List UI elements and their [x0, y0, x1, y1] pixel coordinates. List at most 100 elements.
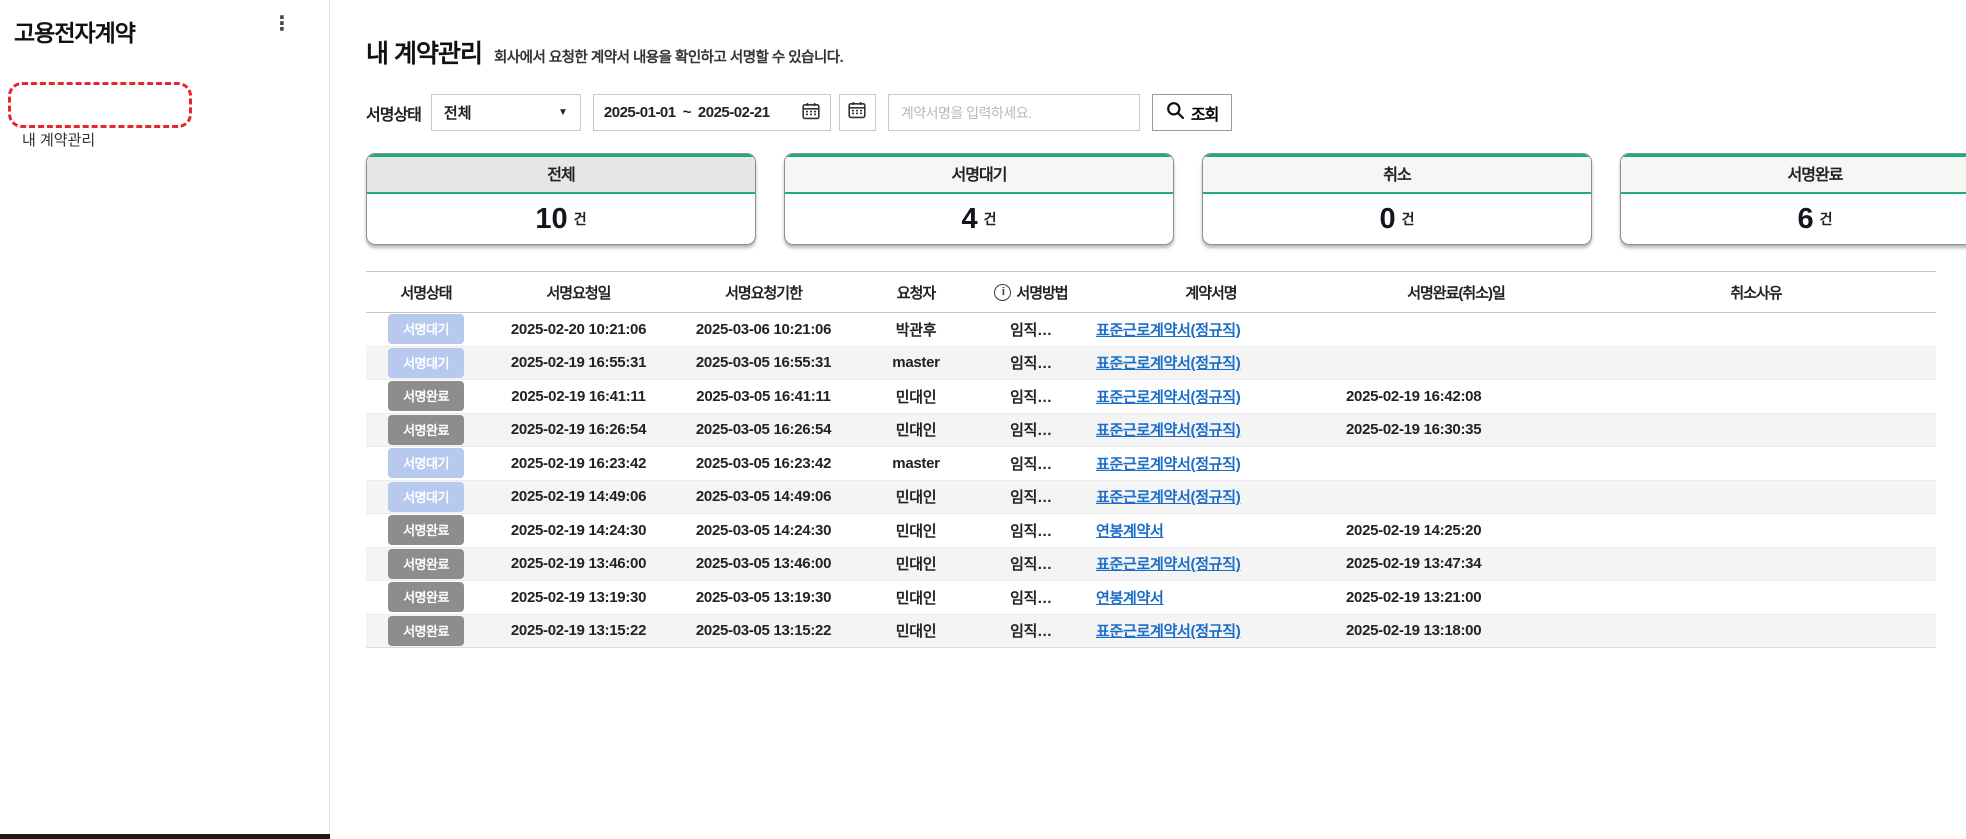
requester-name: 민대인: [856, 520, 976, 541]
contract-link[interactable]: 표준근로계약서(정규직): [1096, 556, 1240, 573]
requested-date: 2025-02-19 16:26:54: [486, 421, 671, 438]
requester-name: master: [856, 455, 976, 472]
status-badge: 서명완료: [388, 381, 464, 411]
card-waiting-value: 4: [961, 203, 977, 236]
table-header-row: 서명상태 서명요청일 서명요청기한 요청자 i 서명방법 계약서명 서명완료(취…: [366, 271, 1936, 313]
card-completed[interactable]: 서명완료 6건: [1620, 153, 1966, 245]
status-badge: 서명완료: [388, 515, 464, 545]
status-badge: 서명대기: [388, 348, 464, 378]
requested-date: 2025-02-20 10:21:06: [486, 321, 671, 338]
contract-link[interactable]: 표준근로계약서(정규직): [1096, 489, 1240, 506]
calendar-icon: [802, 102, 820, 124]
requester-name: master: [856, 354, 976, 371]
date-end: 2025-02-21: [698, 104, 770, 121]
col-header-status: 서명상태: [366, 282, 486, 303]
status-badge: 서명완료: [388, 616, 464, 646]
sign-method: 임직…: [976, 453, 1086, 474]
requester-name: 박관후: [856, 319, 976, 340]
kebab-menu-icon[interactable]: ⋮: [272, 14, 292, 34]
search-icon: [1166, 101, 1185, 125]
contract-link[interactable]: 표준근로계약서(정규직): [1096, 623, 1240, 640]
search-button-label: 조회: [1191, 101, 1218, 125]
status-filter-label: 서명상태: [366, 101, 421, 125]
contract-link[interactable]: 표준근로계약서(정규직): [1096, 422, 1240, 439]
deadline-date: 2025-03-05 16:55:31: [671, 354, 856, 371]
contract-link[interactable]: 표준근로계약서(정규직): [1096, 389, 1240, 406]
deadline-date: 2025-03-05 13:15:22: [671, 622, 856, 639]
card-waiting-label: 서명대기: [785, 154, 1173, 194]
requester-name: 민대인: [856, 620, 976, 641]
sidebar: 고용전자계약 ⋮ 내 계약관리: [0, 0, 330, 839]
sign-method: 임직…: [976, 419, 1086, 440]
requester-name: 민대인: [856, 553, 976, 574]
table-row: 서명대기 2025-02-19 16:23:42 2025-03-05 16:2…: [366, 447, 1936, 481]
contract-link[interactable]: 표준근로계약서(정규직): [1096, 322, 1240, 339]
card-waiting[interactable]: 서명대기 4건: [784, 153, 1174, 245]
requested-date: 2025-02-19 13:15:22: [486, 622, 671, 639]
card-completed-unit: 건: [1820, 209, 1833, 229]
status-badge: 서명완료: [388, 415, 464, 445]
requester-name: 민대인: [856, 386, 976, 407]
card-waiting-unit: 건: [984, 209, 997, 229]
contract-search-input[interactable]: [888, 94, 1140, 131]
table-row: 서명완료 2025-02-19 14:24:30 2025-03-05 14:2…: [366, 514, 1936, 548]
deadline-date: 2025-03-05 16:41:11: [671, 388, 856, 405]
info-icon[interactable]: i: [994, 284, 1011, 301]
contract-link[interactable]: 표준근로계약서(정규직): [1096, 456, 1240, 473]
sidebar-bottom-edge: [0, 834, 330, 839]
completed-date: 2025-02-19 14:25:20: [1336, 522, 1576, 539]
page-description: 회사에서 요청한 계약서 내용을 확인하고 서명할 수 있습니다.: [494, 46, 843, 67]
sign-method: 임직…: [976, 520, 1086, 541]
requested-date: 2025-02-19 16:55:31: [486, 354, 671, 371]
card-canceled-label: 취소: [1203, 154, 1591, 194]
col-header-cancel-reason: 취소사유: [1576, 282, 1936, 303]
calendar-icon: [848, 101, 866, 124]
app-title: 고용전자계약: [14, 14, 135, 48]
sign-method: 임직…: [976, 587, 1086, 608]
card-total[interactable]: 전체 10 건: [366, 153, 756, 245]
calendar-button[interactable]: [839, 94, 876, 131]
completed-date: 2025-02-19 13:18:00: [1336, 622, 1576, 639]
requested-date: 2025-02-19 13:19:30: [486, 589, 671, 606]
contract-link[interactable]: 연봉계약서: [1096, 590, 1164, 607]
page-title: 내 계약관리: [366, 34, 482, 70]
col-header-method: i 서명방법: [976, 282, 1086, 303]
card-total-label: 전체: [367, 154, 755, 194]
card-canceled-unit: 건: [1402, 209, 1415, 229]
deadline-date: 2025-03-05 14:24:30: [671, 522, 856, 539]
chevron-down-icon: ▼: [558, 107, 568, 118]
table-row: 서명완료 2025-02-19 16:41:11 2025-03-05 16:4…: [366, 380, 1936, 414]
main-content: 내 계약관리 회사에서 요청한 계약서 내용을 확인하고 서명할 수 있습니다.…: [330, 0, 1966, 839]
status-badge: 서명완료: [388, 582, 464, 612]
requested-date: 2025-02-19 14:24:30: [486, 522, 671, 539]
completed-date: 2025-02-19 16:42:08: [1336, 388, 1576, 405]
deadline-date: 2025-03-05 16:26:54: [671, 421, 856, 438]
red-dashed-annotation: [8, 82, 192, 128]
card-completed-value: 6: [1797, 203, 1813, 236]
table-row: 서명대기 2025-02-20 10:21:06 2025-03-06 10:2…: [366, 313, 1936, 347]
sidebar-item-my-contracts[interactable]: 내 계약관리: [0, 126, 329, 156]
requested-date: 2025-02-19 16:41:11: [486, 388, 671, 405]
contract-link[interactable]: 표준근로계약서(정규직): [1096, 355, 1240, 372]
sign-method: 임직…: [976, 486, 1086, 507]
search-button[interactable]: 조회: [1152, 94, 1232, 131]
card-completed-label: 서명완료: [1621, 154, 1966, 194]
deadline-date: 2025-03-05 13:19:30: [671, 589, 856, 606]
card-canceled[interactable]: 취소 0건: [1202, 153, 1592, 245]
card-total-unit: 건: [574, 209, 587, 229]
card-total-value: 10: [535, 203, 567, 236]
col-header-requester: 요청자: [856, 282, 976, 303]
completed-date: 2025-02-19 16:30:35: [1336, 421, 1576, 438]
date-separator: ~: [683, 104, 691, 121]
deadline-date: 2025-03-05 14:49:06: [671, 488, 856, 505]
filter-bar: 서명상태 전체 ▼ 2025-01-01 ~ 2025-02-21: [366, 94, 1966, 131]
table-row: 서명대기 2025-02-19 16:55:31 2025-03-05 16:5…: [366, 347, 1936, 381]
status-select[interactable]: 전체 ▼: [431, 94, 581, 131]
status-badge: 서명대기: [388, 482, 464, 512]
deadline-date: 2025-03-05 13:46:00: [671, 555, 856, 572]
contract-link[interactable]: 연봉계약서: [1096, 523, 1164, 540]
status-badge: 서명완료: [388, 549, 464, 579]
requester-name: 민대인: [856, 419, 976, 440]
col-header-requested: 서명요청일: [486, 282, 671, 303]
date-range-picker[interactable]: 2025-01-01 ~ 2025-02-21: [593, 94, 831, 131]
